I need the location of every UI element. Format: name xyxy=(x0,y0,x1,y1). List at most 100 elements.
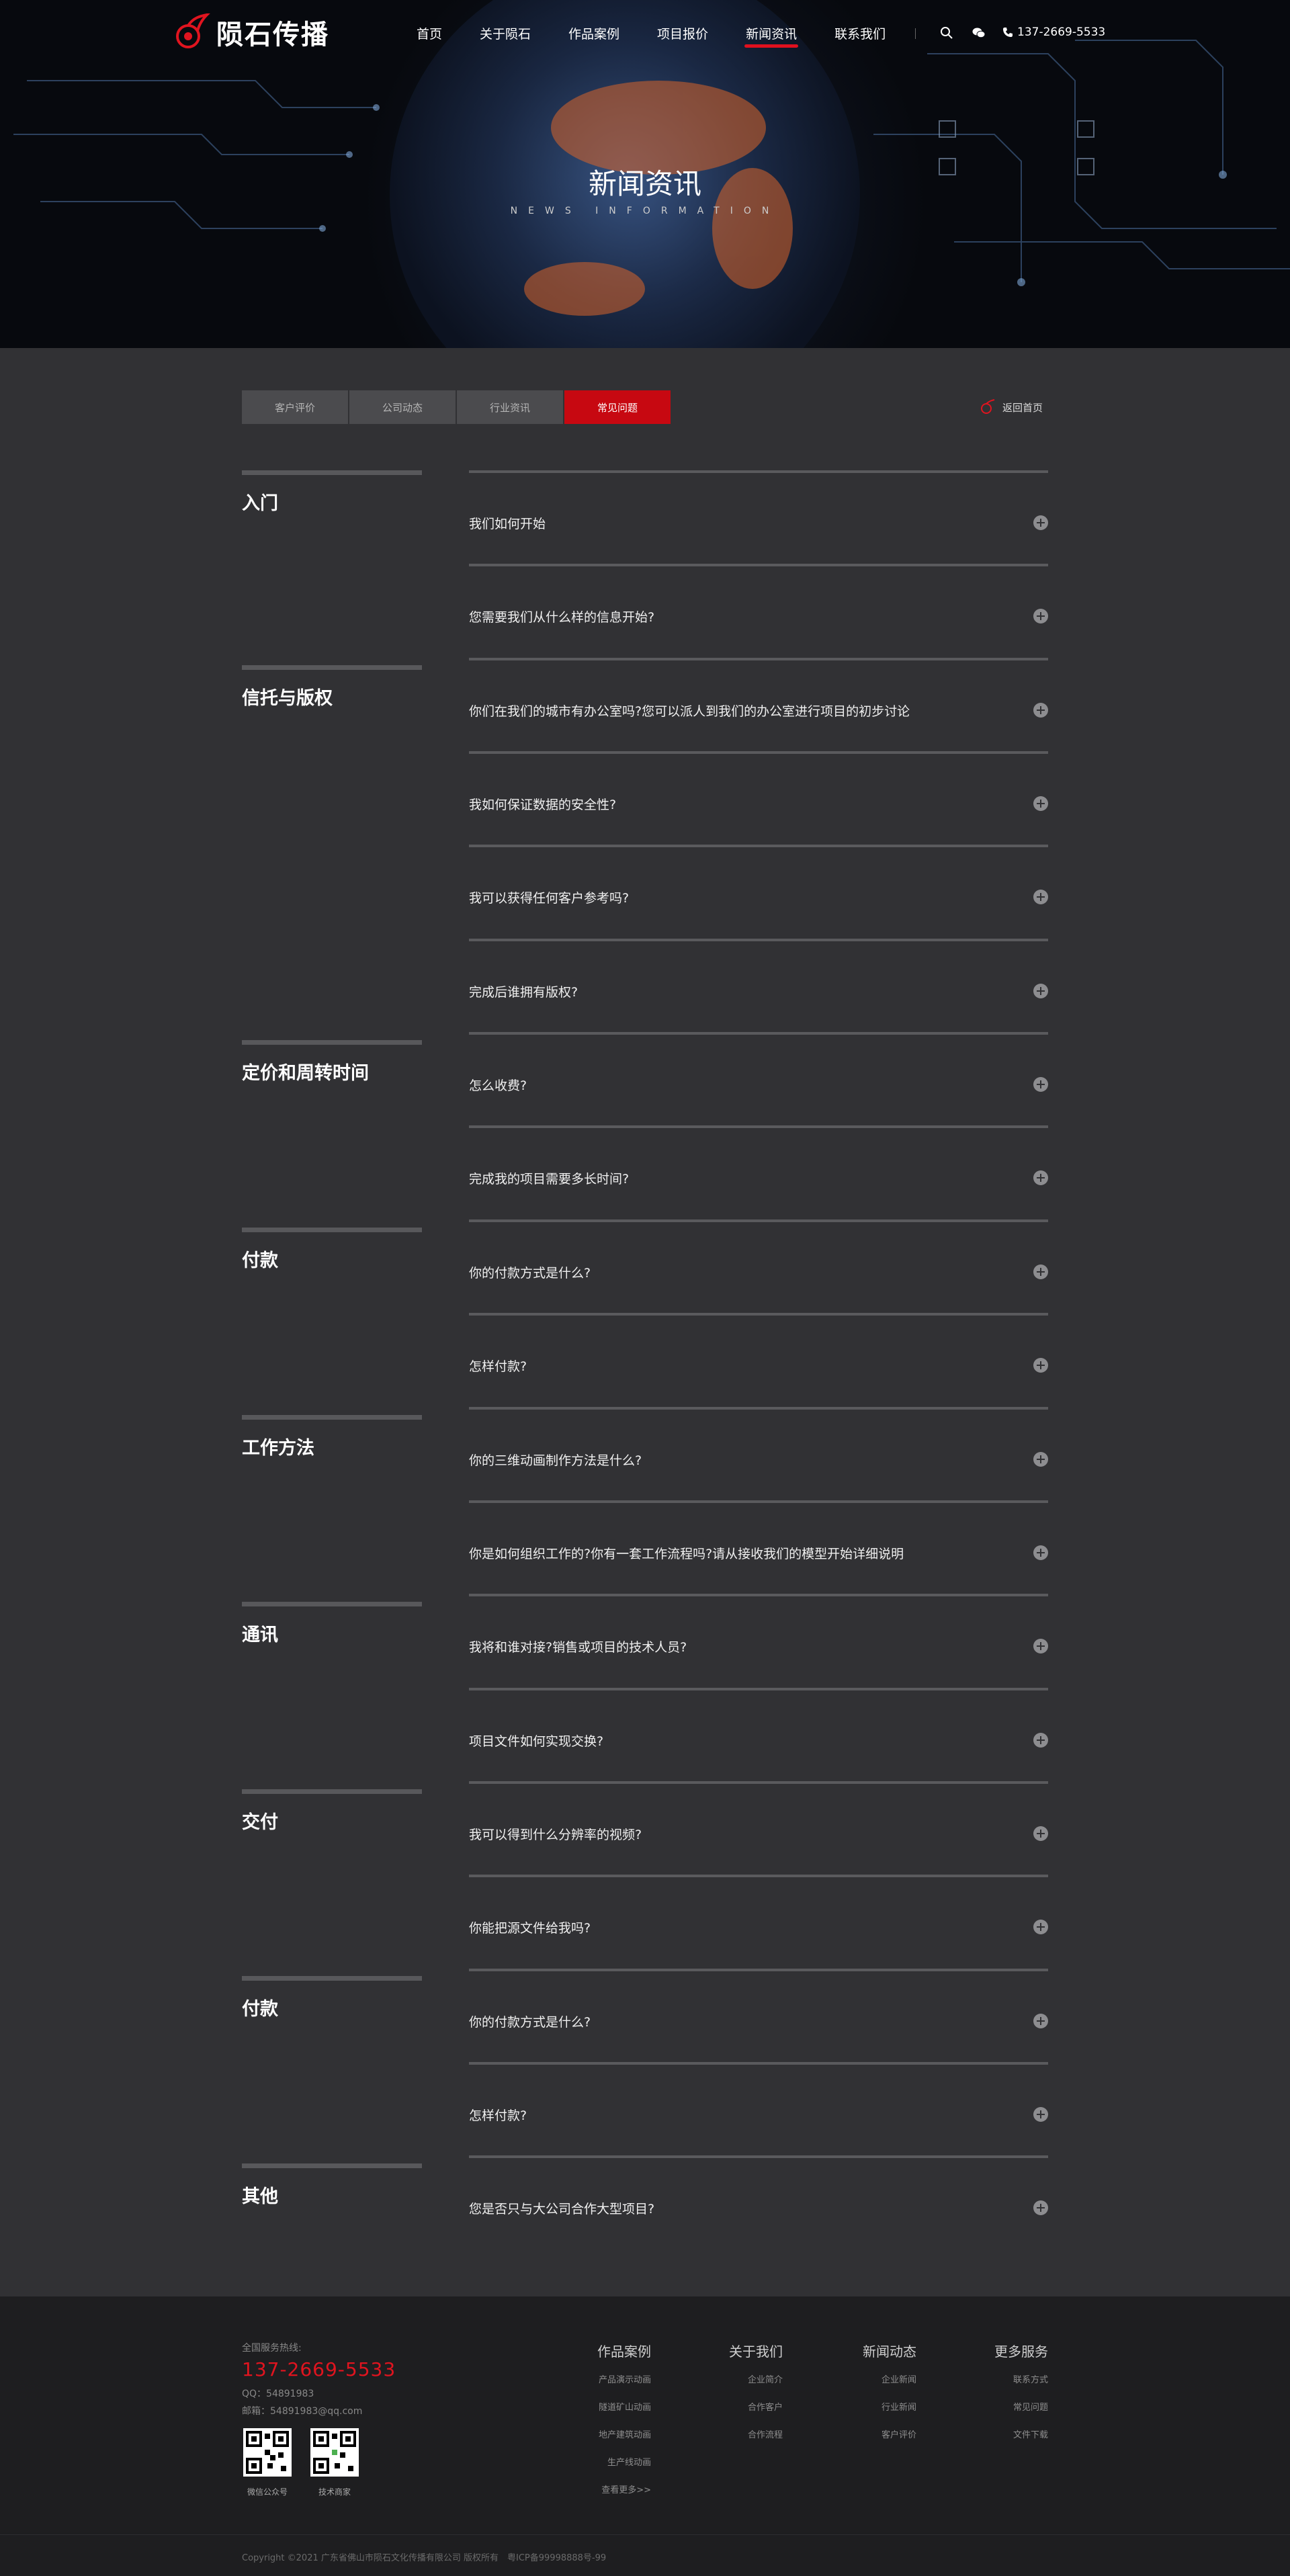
footer-link[interactable]: 合作客户 xyxy=(729,2400,783,2413)
tab-customer-reviews[interactable]: 客户评价 xyxy=(242,390,348,424)
expand-plus-icon[interactable] xyxy=(1033,1639,1048,1654)
footer-link[interactable]: 联系方式 xyxy=(994,2372,1048,2385)
faq-question-text: 我们如何开始 xyxy=(469,516,546,531)
expand-plus-icon[interactable] xyxy=(1033,1733,1048,1748)
search-icon[interactable] xyxy=(939,26,954,40)
tab-company-news[interactable]: 公司动态 xyxy=(349,390,456,424)
category-bar xyxy=(242,1602,422,1606)
nav-pricing[interactable]: 项目报价 xyxy=(657,24,708,42)
nav-contact[interactable]: 联系我们 xyxy=(834,24,886,42)
footer-column-title[interactable]: 新闻动态 xyxy=(863,2341,916,2360)
footer-column-title[interactable]: 关于我们 xyxy=(729,2341,783,2360)
expand-plus-icon[interactable] xyxy=(1033,703,1048,718)
faq-question[interactable]: 你们在我们的城市有办公室吗?您可以派人到我们的办公室进行项目的初步讨论 xyxy=(469,693,1048,728)
footer-link[interactable]: 地产建筑动画 xyxy=(597,2428,651,2440)
footer-column-title[interactable]: 作品案例 xyxy=(597,2341,651,2360)
hotline-number[interactable]: 137-2669-5533 xyxy=(242,2358,396,2380)
faq-question[interactable]: 你的付款方式是什么? xyxy=(469,2004,1048,2038)
faq-question[interactable]: 您需要我们从什么样的信息开始? xyxy=(469,599,1048,634)
faq-divider xyxy=(469,1032,1048,1035)
expand-plus-icon[interactable] xyxy=(1033,1545,1048,1560)
expand-plus-icon[interactable] xyxy=(1033,1264,1048,1279)
tab-faq[interactable]: 常见问题 xyxy=(564,390,671,424)
category-title: 付款 xyxy=(242,1250,278,1271)
faq-divider xyxy=(469,751,1048,754)
expand-plus-icon[interactable] xyxy=(1033,1452,1048,1467)
expand-plus-icon[interactable] xyxy=(1033,1920,1048,1934)
faq-question[interactable]: 你的付款方式是什么? xyxy=(469,1254,1048,1289)
main-nav: 首页 关于陨石 作品案例 项目报价 新闻资讯 联系我们 xyxy=(417,0,923,66)
expand-plus-icon[interactable] xyxy=(1033,890,1048,904)
category-bar xyxy=(242,1415,422,1420)
footer-link[interactable]: 产品演示动画 xyxy=(597,2372,651,2385)
faq-question[interactable]: 你能把源文件给我吗? xyxy=(469,1909,1048,1944)
header-phone[interactable]: 137-2669-5533 xyxy=(1002,26,1105,39)
wechat-qr-code xyxy=(243,2428,292,2477)
footer-link[interactable]: 企业简介 xyxy=(729,2372,783,2385)
faq-divider xyxy=(469,1688,1048,1690)
expand-plus-icon[interactable] xyxy=(1033,515,1048,530)
expand-plus-icon[interactable] xyxy=(1033,1826,1048,1841)
faq-question-text: 您需要我们从什么样的信息开始? xyxy=(469,609,655,625)
qr-caption-tech: 技术商家 xyxy=(318,2487,351,2497)
expand-plus-icon[interactable] xyxy=(1033,2014,1048,2028)
meteor-logo-icon xyxy=(176,13,210,48)
category-title: 入门 xyxy=(242,493,278,514)
footer-email[interactable]: 邮箱：54891983@qq.com xyxy=(242,2404,362,2417)
faq-question-text: 你是如何组织工作的?你有一套工作流程吗?请从接收我们的模型开始详细说明 xyxy=(469,1546,904,1561)
expand-plus-icon[interactable] xyxy=(1033,796,1048,811)
footer-link[interactable]: 查看更多>> xyxy=(597,2483,651,2495)
faq-category: 通讯 xyxy=(242,1602,422,1646)
expand-plus-icon[interactable] xyxy=(1033,1170,1048,1185)
faq-category: 付款 xyxy=(242,1228,422,1272)
category-bar xyxy=(242,1976,422,1981)
footer-link[interactable]: 文件下载 xyxy=(994,2428,1048,2440)
footer-link[interactable]: 隧道矿山动画 xyxy=(597,2400,651,2413)
faq-question[interactable]: 我们如何开始 xyxy=(469,505,1048,540)
faq-question[interactable]: 您是否只与大公司合作大型项目? xyxy=(469,2190,1048,2225)
faq-question-text: 你的付款方式是什么? xyxy=(469,2014,591,2030)
faq-question-text: 怎样付款? xyxy=(469,1359,527,1374)
faq-question[interactable]: 项目文件如何实现交换? xyxy=(469,1723,1048,1758)
nav-about[interactable]: 关于陨石 xyxy=(480,24,531,42)
expand-plus-icon[interactable] xyxy=(1033,609,1048,624)
faq-question-text: 完成我的项目需要多长时间? xyxy=(469,1171,630,1187)
faq-question[interactable]: 怎样付款? xyxy=(469,1348,1048,1383)
footer-link[interactable]: 行业新闻 xyxy=(863,2400,916,2413)
hero-title: 新闻资讯 xyxy=(588,167,701,200)
back-home-link[interactable]: 返回首页 xyxy=(980,399,1043,415)
faq-question[interactable]: 怎么收费? xyxy=(469,1067,1048,1102)
faq-question[interactable]: 你是如何组织工作的?你有一套工作流程吗?请从接收我们的模型开始详细说明 xyxy=(469,1535,1048,1570)
nav-cases[interactable]: 作品案例 xyxy=(568,24,619,42)
expand-plus-icon[interactable] xyxy=(1033,2200,1048,2215)
faq-question[interactable]: 我将和谁对接?销售或项目的技术人员? xyxy=(469,1629,1048,1664)
footer-link[interactable]: 客户评价 xyxy=(863,2428,916,2440)
footer-link[interactable]: 常见问题 xyxy=(994,2400,1048,2413)
expand-plus-icon[interactable] xyxy=(1033,1077,1048,1092)
wechat-icon[interactable] xyxy=(972,26,986,40)
expand-plus-icon[interactable] xyxy=(1033,2107,1048,2122)
faq-question[interactable]: 我可以得到什么分辨率的视频? xyxy=(469,1816,1048,1851)
tech-qr-code xyxy=(310,2428,359,2477)
footer-column-title[interactable]: 更多服务 xyxy=(994,2341,1048,2360)
expand-plus-icon[interactable] xyxy=(1033,984,1048,998)
phone-number: 137-2669-5533 xyxy=(1017,26,1106,39)
faq-question[interactable]: 完成后谁拥有版权? xyxy=(469,974,1048,1008)
nav-news[interactable]: 新闻资讯 xyxy=(744,24,799,48)
footer-link[interactable]: 生产线动画 xyxy=(597,2455,651,2468)
faq-question[interactable]: 我可以获得任何客户参考吗? xyxy=(469,879,1048,914)
back-home-label: 返回首页 xyxy=(1002,401,1043,414)
faq-question[interactable]: 我如何保证数据的安全性? xyxy=(469,786,1048,821)
category-title: 定价和周转时间 xyxy=(242,1063,369,1084)
expand-plus-icon[interactable] xyxy=(1033,1358,1048,1373)
faq-divider xyxy=(469,1125,1048,1128)
faq-question[interactable]: 完成我的项目需要多长时间? xyxy=(469,1160,1048,1195)
footer-link[interactable]: 合作流程 xyxy=(729,2428,783,2440)
faq-question[interactable]: 你的三维动画制作方法是什么? xyxy=(469,1442,1048,1477)
faq-question[interactable]: 怎样付款? xyxy=(469,2097,1048,2132)
nav-home[interactable]: 首页 xyxy=(417,24,442,42)
faq-divider xyxy=(469,2155,1048,2158)
tab-industry-news[interactable]: 行业资讯 xyxy=(457,390,563,424)
footer-link[interactable]: 企业新闻 xyxy=(863,2372,916,2385)
logo[interactable]: 陨石传播 xyxy=(173,12,329,52)
